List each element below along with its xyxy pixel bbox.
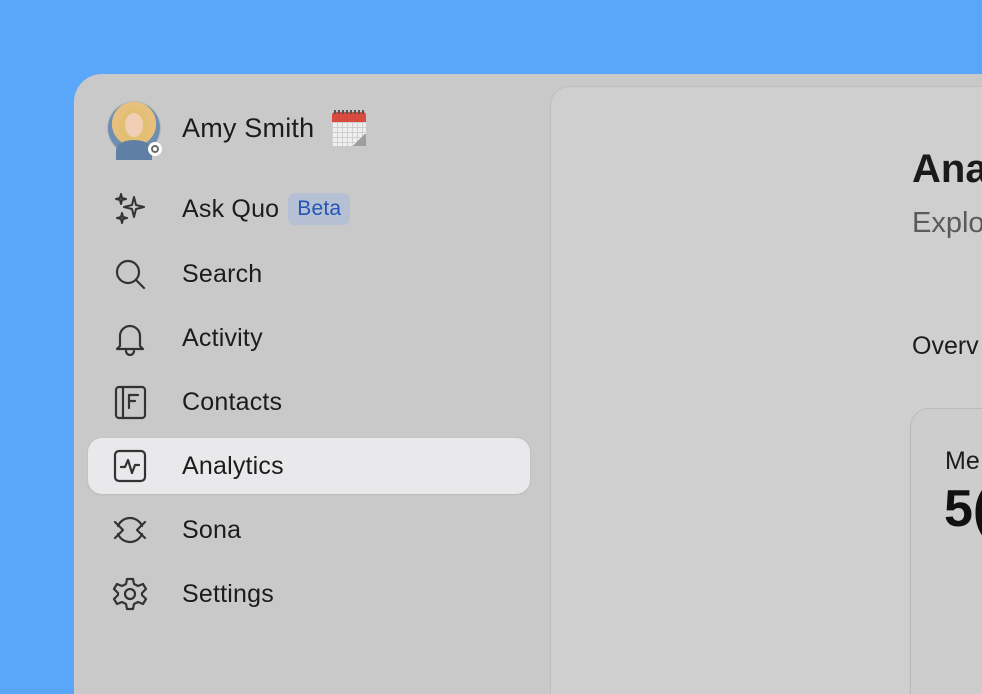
sidebar-item-search[interactable]: Search [88,246,530,302]
metric-card[interactable]: Me 5( [911,409,982,694]
sidebar-item-label: Sona [182,515,242,544]
sidebar-item-settings[interactable]: Settings [88,566,530,622]
main-panel: Ana Explo Overv Me 5( [551,87,982,694]
sidebar-item-label: Settings [182,579,274,608]
sona-icon [112,512,148,548]
page-subtitle: Explo [912,207,982,239]
app-window: Amy Smith Ask Quo Beta Search Activity C… [74,74,982,694]
bell-icon [112,320,148,356]
sidebar-item-activity[interactable]: Activity [88,310,530,366]
metric-card-value: 5( [944,480,982,538]
sidebar-item-analytics[interactable]: Analytics [88,438,530,494]
sidebar-item-label: Ask Quo Beta [182,193,351,225]
search-icon [112,256,148,292]
sidebar-item-ask-quo[interactable]: Ask Quo Beta [88,181,530,237]
profile-name: Amy Smith [182,112,315,143]
sidebar-item-label: Activity [182,323,263,352]
sidebar-item-sona[interactable]: Sona [88,502,530,558]
sidebar: Amy Smith Ask Quo Beta Search Activity C… [74,74,544,694]
sidebar-item-label: Analytics [182,451,284,480]
beta-badge: Beta [288,193,351,225]
sidebar-item-label: Search [182,259,263,288]
tab-overview[interactable]: Overv [912,332,979,361]
analytics-pulse-icon [112,448,148,484]
avatar[interactable] [108,102,162,160]
profile-header[interactable]: Amy Smith [108,102,367,160]
avatar-body [116,140,152,160]
gear-icon [112,576,148,612]
settings-status-icon [148,142,162,156]
metric-card-label: Me [945,447,980,475]
sidebar-item-contacts[interactable]: Contacts [88,374,530,430]
page-title: Ana [912,147,982,191]
contacts-book-icon [112,384,148,420]
avatar-face [125,113,143,137]
sidebar-item-label: Contacts [182,387,283,416]
ask-quo-label: Ask Quo [182,194,280,223]
spiral-calendar-emoji [332,110,367,146]
sparkles-icon [112,191,148,227]
